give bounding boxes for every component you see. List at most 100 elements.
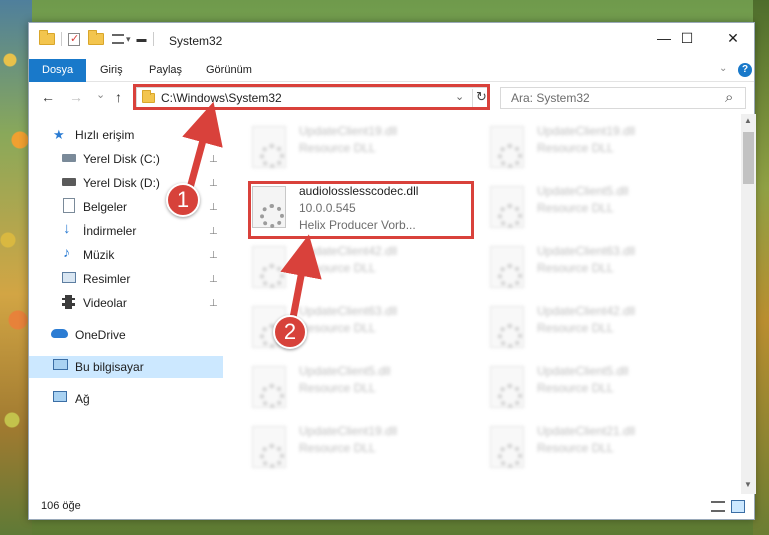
- download-icon: ↓: [63, 220, 71, 237]
- file-name: UpdateClient42.dll: [537, 304, 636, 318]
- pictures-icon: [62, 272, 76, 283]
- toolbar-dropdown-icon[interactable]: ▬: [137, 34, 147, 45]
- sidebar-item-network[interactable]: Ağ: [29, 388, 223, 410]
- maximize-button[interactable]: ☐: [664, 23, 710, 53]
- sidebar-item-label: Hızlı erişim: [75, 128, 135, 142]
- drive-icon: [62, 154, 76, 162]
- file-list: UpdateClient19.dll Resource DLL audiolos…: [223, 114, 741, 494]
- file-type: Resource DLL: [537, 381, 614, 395]
- videos-icon: [62, 295, 75, 309]
- tab-gorunum[interactable]: Görünüm: [193, 59, 265, 82]
- sidebar-item-pictures[interactable]: Resimler ⊥: [29, 268, 223, 290]
- search-icon[interactable]: ⌕: [725, 89, 733, 106]
- dll-file-icon: [252, 126, 286, 168]
- pin-icon[interactable]: ⊥: [209, 250, 218, 261]
- details-view-icon[interactable]: [711, 501, 725, 512]
- status-bar: 106 öğe: [29, 495, 754, 519]
- dll-file-icon: [252, 366, 286, 408]
- file-item[interactable]: UpdateClient19.dll Resource DLL: [487, 122, 717, 178]
- star-icon: ★: [53, 127, 65, 142]
- file-type: Resource DLL: [299, 261, 376, 275]
- title-bar: ✓ ▾ ▬ System32 — ☐ ✕: [29, 23, 754, 59]
- navigation-pane: ★ Hızlı erişim Yerel Disk (C:) ⊥ Yerel D…: [29, 114, 223, 494]
- sidebar-item-label: Ağ: [75, 392, 90, 406]
- file-name: UpdateClient19.dll: [537, 124, 636, 138]
- pin-icon[interactable]: ⊥: [209, 226, 218, 237]
- file-name: UpdateClient5.dll: [537, 184, 629, 198]
- vertical-scrollbar[interactable]: ▲ ▼: [741, 114, 756, 494]
- ribbon-tabs: Dosya Giriş Paylaş Görünüm ⌄ ?: [29, 59, 754, 82]
- sidebar-item-quick-access[interactable]: ★ Hızlı erişim: [29, 124, 223, 146]
- pin-icon[interactable]: ⊥: [209, 178, 218, 189]
- dll-file-icon: [490, 126, 524, 168]
- dll-file-icon: [490, 366, 524, 408]
- file-item[interactable]: UpdateClient63.dll Resource DLL: [487, 242, 717, 298]
- tiles-view-icon[interactable]: [731, 500, 745, 513]
- back-button[interactable]: ←: [41, 89, 55, 105]
- item-count: 106 öğe: [41, 500, 81, 512]
- chevron-down-icon[interactable]: ▾: [126, 34, 131, 45]
- properties-icon[interactable]: ✓: [68, 32, 80, 46]
- sidebar-item-downloads[interactable]: ↓ İndirmeler ⊥: [29, 220, 223, 242]
- file-name: UpdateClient19.dll: [299, 424, 398, 438]
- file-item[interactable]: UpdateClient21.dll Resource DLL: [487, 422, 717, 478]
- file-item[interactable]: UpdateClient42.dll Resource DLL: [487, 302, 717, 358]
- file-item[interactable]: UpdateClient19.dll Resource DLL: [249, 122, 479, 178]
- music-icon: ♪: [63, 244, 70, 260]
- cloud-icon: [51, 329, 68, 338]
- tab-giris[interactable]: Giriş: [87, 59, 136, 82]
- chevron-down-icon[interactable]: ⌄: [719, 63, 727, 74]
- step-badge-1: 1: [166, 183, 200, 217]
- separator: [61, 32, 62, 46]
- documents-icon: [63, 198, 75, 213]
- up-button[interactable]: ↑: [115, 89, 122, 105]
- forward-button[interactable]: →: [69, 89, 83, 105]
- recent-locations-button[interactable]: ⌄: [96, 88, 105, 101]
- sidebar-item-local-disk-c[interactable]: Yerel Disk (C:) ⊥: [29, 148, 223, 170]
- pin-icon[interactable]: ⊥: [209, 274, 218, 285]
- new-folder-icon[interactable]: [88, 30, 104, 45]
- dll-file-icon: [252, 246, 286, 288]
- scrollbar-thumb[interactable]: [743, 132, 754, 184]
- file-type: Resource DLL: [537, 201, 614, 215]
- pin-icon[interactable]: ⊥: [209, 154, 218, 165]
- pin-icon[interactable]: ⊥: [209, 298, 218, 309]
- tab-dosya[interactable]: Dosya: [29, 59, 87, 82]
- sidebar-item-label: OneDrive: [75, 328, 126, 342]
- close-button[interactable]: ✕: [710, 23, 756, 53]
- file-item[interactable]: UpdateClient42.dll Resource DLL: [249, 242, 479, 298]
- sidebar-item-label: Videolar: [83, 296, 127, 310]
- sidebar-item-label: Yerel Disk (C:): [83, 152, 160, 166]
- sidebar-item-label: Belgeler: [83, 200, 128, 214]
- sidebar-item-videos[interactable]: Videolar ⊥: [29, 292, 223, 314]
- customize-toolbar-icon[interactable]: [112, 34, 124, 44]
- file-highlight: [248, 181, 474, 239]
- file-name: UpdateClient63.dll: [299, 304, 398, 318]
- file-item[interactable]: UpdateClient19.dll Resource DLL: [249, 422, 479, 478]
- sidebar-item-this-pc[interactable]: Bu bilgisayar: [29, 356, 223, 378]
- file-type: Resource DLL: [299, 141, 376, 155]
- file-item[interactable]: UpdateClient5.dll Resource DLL: [487, 182, 717, 238]
- step-badge-2: 2: [273, 315, 307, 349]
- scroll-down-icon[interactable]: ▼: [744, 480, 752, 489]
- file-name: UpdateClient5.dll: [299, 364, 391, 378]
- sidebar-item-label: Müzik: [83, 248, 115, 262]
- sidebar-item-music[interactable]: ♪ Müzik ⊥: [29, 244, 223, 266]
- tab-paylas[interactable]: Paylaş: [136, 59, 195, 82]
- scroll-up-icon[interactable]: ▲: [744, 116, 752, 125]
- computer-icon: [53, 359, 68, 370]
- address-bar-highlight: [133, 84, 490, 110]
- separator: [152, 32, 154, 46]
- file-item[interactable]: UpdateClient5.dll Resource DLL: [487, 362, 717, 418]
- pin-icon[interactable]: ⊥: [209, 202, 218, 213]
- search-box[interactable]: Ara: System32 ⌕: [500, 87, 746, 109]
- file-name: UpdateClient5.dll: [537, 364, 629, 378]
- file-item[interactable]: UpdateClient5.dll Resource DLL: [249, 362, 479, 418]
- help-icon[interactable]: ?: [738, 63, 752, 77]
- search-input[interactable]: Ara: System32: [511, 91, 590, 105]
- quick-access-toolbar: ✓ ▾ ▬: [39, 30, 160, 46]
- folder-icon: [39, 30, 55, 45]
- dll-file-icon: [252, 426, 286, 468]
- sidebar-item-onedrive[interactable]: OneDrive: [29, 324, 223, 346]
- file-name: UpdateClient63.dll: [537, 244, 636, 258]
